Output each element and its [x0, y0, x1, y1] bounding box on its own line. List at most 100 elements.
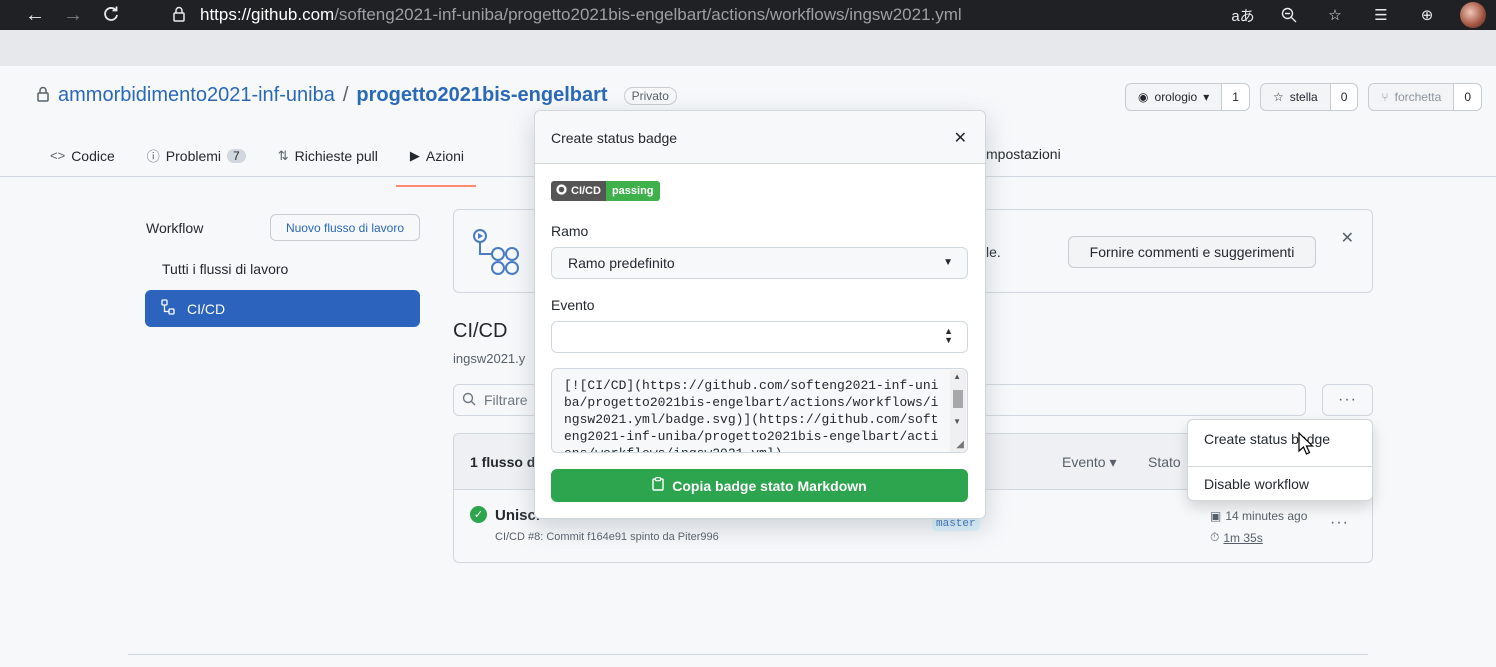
url-scheme: https://	[200, 5, 252, 24]
dialog-title: Create status badge	[551, 130, 678, 146]
star-icon: ☆	[1272, 90, 1284, 104]
tab-pull-requests[interactable]: ⇅ Richieste pull	[276, 140, 392, 179]
tab-actions[interactable]: ▶ Azioni	[395, 140, 478, 187]
status-filter-label: Stato	[1148, 454, 1181, 470]
fork-label: forchetta	[1394, 90, 1442, 104]
watch-label: orologio	[1154, 90, 1198, 104]
branch-select-value: Ramo predefinito	[568, 255, 675, 271]
new-workflow-button[interactable]: Nuovo flusso di lavoro	[270, 214, 420, 241]
tab-code[interactable]: <> Codice	[48, 140, 129, 179]
menu-divider	[1188, 466, 1372, 467]
url-host: github.com	[251, 5, 335, 24]
tab-label: Problemi	[165, 147, 222, 164]
run-subtitle: CI/CD #8: Commit f164e91 spinto da Piter…	[495, 531, 719, 543]
event-select[interactable]: ▲ ▼	[551, 321, 968, 353]
workflow-title: CI/CD	[453, 320, 508, 342]
private-lock-icon	[36, 86, 50, 105]
copy-markdown-button[interactable]: Copia badge stato Markdown	[551, 469, 968, 502]
play-icon: ▶	[409, 147, 420, 163]
workflow-dropdown-menu: Create status badge Disable workflow	[1187, 419, 1373, 501]
stopwatch-icon: ⏱	[1210, 530, 1220, 544]
run-time-ago: 14 minutes ago	[1225, 509, 1308, 523]
pull-request-icon: ⇅	[277, 147, 289, 163]
badge-left-text: CI/CD	[571, 185, 601, 197]
badge-right: passing	[605, 181, 660, 201]
footer-divider	[128, 654, 1368, 655]
star-label: stella	[1289, 90, 1318, 104]
branch-label: Ramo	[551, 223, 589, 239]
collections-icon[interactable]: ⊕	[1404, 0, 1450, 30]
run-time: ▣ 14 minutes ago	[1210, 509, 1307, 523]
caret-down-icon: ▼	[943, 257, 953, 268]
run-branch-label[interactable]: master	[932, 517, 980, 531]
sidebar-title: Workflow	[146, 220, 204, 236]
filter-placeholder: Filtrare	[484, 392, 528, 408]
chevron-down-icon: ▾	[1203, 90, 1210, 104]
star-button[interactable]: ☆ stella 0	[1259, 83, 1359, 111]
workflow-file-link[interactable]: ingsw2021.y	[453, 351, 525, 366]
issues-count: 7	[227, 148, 246, 163]
tab-label: Codice	[71, 147, 115, 164]
reload-icon[interactable]	[92, 0, 130, 30]
watch-count[interactable]: 1	[1222, 84, 1249, 110]
create-status-badge-dialog: Create status badge ✕ CI/CD passing Ramo…	[534, 110, 986, 519]
url-path: /softeng2021-inf-uniba/progetto2021bis-e…	[334, 5, 962, 24]
branch-select[interactable]: Ramo predefinito ▼	[551, 247, 968, 279]
run-duration: ⏱ 1m 35s	[1210, 530, 1263, 545]
repo-owner-link[interactable]: ammorbidimento2021-inf-uniba	[58, 84, 335, 107]
breadcrumb-separator: /	[342, 84, 349, 106]
visibility-badge: Privato	[623, 86, 677, 105]
scroll-up-icon[interactable]: ▲	[953, 372, 961, 381]
badge-left: CI/CD	[551, 181, 606, 201]
github-icon	[556, 184, 567, 198]
address-bar[interactable]: https://github.com/softeng2021-inf-uniba…	[172, 2, 1012, 28]
tab-label: Azioni	[425, 147, 465, 164]
close-icon[interactable]: ✕	[1341, 228, 1354, 248]
event-label: Evento	[551, 297, 595, 313]
tab-issues[interactable]: ⓘ Problemi 7	[145, 140, 260, 179]
zoom-icon[interactable]	[1266, 0, 1312, 30]
workflow-icon	[161, 299, 175, 318]
scrollbar-thumb[interactable]	[953, 390, 963, 408]
star-count[interactable]: 0	[1330, 84, 1358, 110]
resize-handle-icon[interactable]: ◢	[956, 439, 964, 450]
banner-text: le.	[986, 244, 1001, 260]
sidebar-item-all-workflows[interactable]: Tutti i flussi di lavoro	[162, 261, 288, 277]
search-icon	[462, 392, 476, 409]
tab-settings[interactable]: mpostazioni	[986, 146, 1061, 162]
add-favorite-icon[interactable]: ☆	[1312, 0, 1358, 30]
watch-button[interactable]: ◉ orologio ▾ 1	[1125, 83, 1250, 111]
forward-icon[interactable]: →	[54, 0, 92, 30]
run-menu-button[interactable]: ···	[1330, 514, 1349, 532]
close-icon[interactable]: ✕	[954, 128, 967, 148]
feedback-button[interactable]: Fornire commenti e suggerimenti	[1068, 236, 1316, 268]
repo-breadcrumb: ammorbidimento2021-inf-uniba / progetto2…	[36, 84, 677, 107]
dialog-header: Create status badge ✕	[535, 111, 985, 164]
fork-count[interactable]: 0	[1454, 84, 1481, 110]
workflow-menu-button[interactable]: ···	[1322, 384, 1373, 416]
code-icon: <>	[50, 148, 66, 163]
status-filter[interactable]: Stato	[1148, 454, 1181, 470]
calendar-icon: ▣	[1210, 509, 1222, 523]
scroll-down-icon[interactable]: ▼	[953, 417, 961, 426]
profile-avatar[interactable]	[1450, 0, 1496, 30]
event-filter[interactable]: Evento ▾	[1062, 454, 1117, 471]
translate-icon[interactable]: aあ	[1220, 0, 1266, 30]
fork-icon: ⑂	[1381, 90, 1389, 104]
back-icon[interactable]: ←	[16, 0, 54, 30]
repo-tabs: <> Codice ⓘ Problemi 7 ⇅ Richieste pull ▶ Azi…	[48, 140, 494, 187]
fork-button[interactable]: ⑂ forchetta 0	[1368, 83, 1482, 111]
menu-item-disable-workflow[interactable]: Disable workflow	[1204, 476, 1309, 492]
run-duration-value: 1m 35s	[1223, 530, 1263, 545]
markdown-textarea[interactable]: [![CI/CD](https://github.com/softeng2021…	[551, 368, 968, 453]
sidebar-item-label: CI/CD	[187, 300, 226, 317]
favorites-icon[interactable]: ☰	[1358, 0, 1404, 30]
browser-toolbar: ← → https://github.com/softeng2021-inf-u…	[0, 0, 1496, 30]
repo-name-link[interactable]: progetto2021bis-engelbart	[356, 84, 607, 107]
lock-icon	[172, 6, 200, 25]
runs-count: 1 flusso di	[470, 454, 540, 470]
status-badge-preview: CI/CD passing	[551, 181, 660, 201]
sidebar-item-ci-cd[interactable]: CI/CD	[145, 290, 420, 327]
markdown-code: [![CI/CD](https://github.com/softeng2021…	[564, 378, 939, 452]
github-header-band	[0, 30, 1496, 66]
